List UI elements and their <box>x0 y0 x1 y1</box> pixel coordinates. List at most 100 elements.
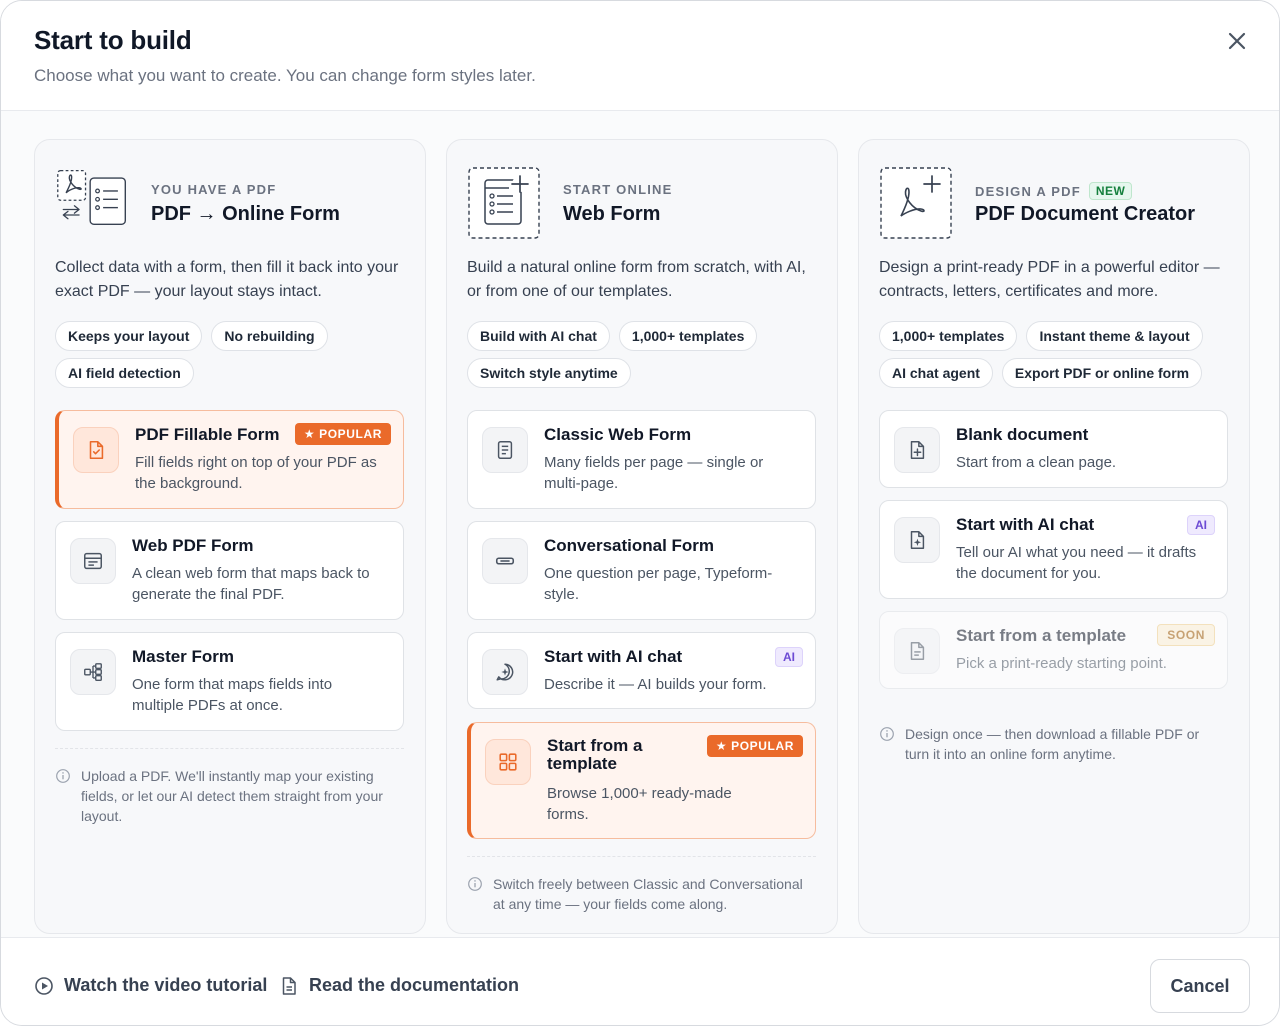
option-description: Fill fields right on top of your PDF as … <box>135 454 377 492</box>
feature-chips: 1,000+ templates Instant theme & layout … <box>879 321 1239 388</box>
feature-chips: Keeps your layout No rebuilding AI field… <box>55 321 415 388</box>
file-sparkle-icon <box>894 517 940 563</box>
info-icon <box>56 769 70 783</box>
note-text: Switch freely between Classic and Conver… <box>493 876 803 912</box>
option-conversational-form[interactable]: Conversational Form One question per pag… <box>467 521 816 620</box>
watch-video-tutorial-link[interactable]: Watch the video tutorial <box>34 975 267 996</box>
feature-chip: Switch style anytime <box>467 358 631 388</box>
option-doc-start-with-ai-chat[interactable]: Start with AI chat Tell our AI what you … <box>879 500 1228 599</box>
play-circle-icon <box>35 976 53 995</box>
option-description: Start from a clean page. <box>956 454 1117 471</box>
feature-chip: AI field detection <box>55 358 194 388</box>
form-add-icon <box>468 167 540 239</box>
pdf-add-icon <box>880 167 952 239</box>
hierarchy-icon <box>70 649 116 695</box>
column-note: Design once — then download a fillable P… <box>879 724 1219 764</box>
dialog-header: Start to build Choose what you want to c… <box>1 1 1279 111</box>
read-docs-label: Read the documentation <box>309 975 520 995</box>
option-title: Start from a template <box>547 736 643 773</box>
pdf-to-form-icon <box>57 169 126 225</box>
ai-badge: AI <box>1187 515 1215 535</box>
option-title: Start from a template <box>956 626 1127 645</box>
column-header: YOU HAVE A PDF PDF → Online Form <box>55 166 405 240</box>
column-title: PDF → Online Form <box>151 203 340 225</box>
option-description: Browse 1,000+ ready-made forms. <box>547 785 732 823</box>
option-title: PDF Fillable Form <box>135 425 280 444</box>
option-title: Master Form <box>132 647 235 666</box>
option-title: Web PDF Form <box>132 536 254 555</box>
popular-badge: ★ POPULAR <box>294 423 391 445</box>
feature-chip: Keeps your layout <box>55 321 203 351</box>
web-form-icon <box>70 538 116 584</box>
option-web-pdf-form[interactable]: Web PDF Form A clean web form that maps … <box>55 521 404 620</box>
column-note: Switch freely between Classic and Conver… <box>467 874 807 914</box>
feature-chip: Build with AI chat <box>467 321 610 351</box>
column-header: DESIGN A PDF NEW PDF Document Creator <box>879 166 1229 240</box>
option-master-form[interactable]: Master Form One form that maps fields in… <box>55 632 404 731</box>
column-note: Upload a PDF. We'll instantly map your e… <box>55 766 395 826</box>
start-to-build-dialog: Start to build Choose what you want to c… <box>0 0 1280 1026</box>
column-title: PDF Document Creator <box>975 203 1196 225</box>
option-description: One form that maps fields into multiple … <box>132 676 333 714</box>
new-badge: NEW <box>1088 182 1133 200</box>
feature-chip: Instant theme & layout <box>1026 321 1203 351</box>
eyebrow-text: DESIGN A PDF <box>975 184 1081 199</box>
close-icon <box>1228 32 1246 50</box>
file-plus-icon <box>894 427 940 473</box>
option-description: Tell our AI what you need — it drafts th… <box>956 544 1197 582</box>
document-icon <box>282 976 296 995</box>
feature-chip: 1,000+ templates <box>879 321 1018 351</box>
feature-chips: Build with AI chat 1,000+ templates Swit… <box>467 321 827 388</box>
option-description: A clean web form that maps back to gener… <box>132 565 370 603</box>
column-eyebrow: START ONLINE <box>563 182 673 197</box>
feature-chip: 1,000+ templates <box>618 321 758 351</box>
option-description: Pick a print-ready starting point. <box>956 655 1167 672</box>
info-icon <box>880 727 894 741</box>
option-title: Blank document <box>956 425 1089 444</box>
dialog-footer: Watch the video tutorial Read the docume… <box>1 937 1279 1025</box>
chat-sparkle-icon <box>482 649 528 695</box>
column-divider <box>467 856 816 857</box>
info-icon <box>468 877 482 891</box>
input-field-icon <box>482 538 528 584</box>
cancel-button[interactable]: Cancel <box>1150 959 1250 1013</box>
document-lines-icon <box>482 427 528 473</box>
column-description: Collect data with a form, then fill it b… <box>55 259 399 300</box>
option-blank-document[interactable]: Blank document Start from a clean page. <box>879 410 1228 488</box>
read-documentation-link[interactable]: Read the documentation <box>279 975 519 996</box>
feature-chip: No rebuilding <box>211 321 328 351</box>
option-title: Classic Web Form <box>544 425 692 444</box>
column-description: Build a natural online form from scratch… <box>467 259 806 300</box>
file-text-icon <box>894 628 940 674</box>
note-text: Upload a PDF. We'll instantly map your e… <box>81 768 383 824</box>
option-description: Many fields per page — single or multi-p… <box>544 454 764 492</box>
popular-badge: ★ POPULAR <box>706 735 803 757</box>
option-pdf-fillable-form[interactable]: PDF Fillable Form Fill fields right on t… <box>55 410 404 509</box>
option-description: One question per page, Typeform-style. <box>544 565 773 603</box>
column-description: Design a print-ready PDF in a powerful e… <box>879 259 1220 300</box>
dialog-subtitle: Choose what you want to create. You can … <box>34 66 536 85</box>
option-start-from-template[interactable]: Start from a template Browse 1,000+ read… <box>467 722 816 839</box>
option-description: Describe it — AI builds your form. <box>544 676 767 693</box>
grid-icon <box>485 739 531 785</box>
ai-badge: AI <box>775 647 803 667</box>
feature-chip: Export PDF or online form <box>1001 358 1203 388</box>
option-classic-web-form[interactable]: Classic Web Form Many fields per page — … <box>467 410 816 509</box>
column-divider <box>55 748 404 749</box>
watch-video-label: Watch the video tutorial <box>64 975 268 995</box>
close-button[interactable] <box>1223 27 1251 55</box>
column-eyebrow: YOU HAVE A PDF <box>151 182 277 197</box>
column-pdf-to-online-form: YOU HAVE A PDF PDF → Online Form Collect… <box>34 139 426 934</box>
option-title: Start with AI chat <box>544 647 683 666</box>
column-header: START ONLINE Web Form <box>467 166 817 240</box>
option-title: Conversational Form <box>544 536 715 555</box>
option-doc-start-from-template: Start from a template Pick a print-ready… <box>879 611 1228 689</box>
option-title: Start with AI chat <box>956 515 1095 534</box>
feature-chip: AI chat agent <box>879 358 993 388</box>
note-text: Design once — then download a fillable P… <box>905 726 1200 762</box>
column-web-form: START ONLINE Web Form Build a natural on… <box>446 139 838 934</box>
option-start-with-ai-chat[interactable]: Start with AI chat Describe it — AI buil… <box>467 632 816 709</box>
column-title: Web Form <box>563 203 661 225</box>
soon-badge: SOON <box>1157 624 1215 646</box>
column-eyebrow: DESIGN A PDF NEW <box>975 182 1133 200</box>
